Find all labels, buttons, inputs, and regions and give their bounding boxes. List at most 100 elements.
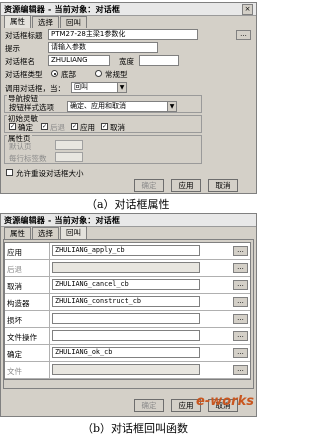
- column-divider: [49, 243, 50, 259]
- type-normal-radio[interactable]: [95, 70, 102, 77]
- callback-name: 后退: [7, 265, 22, 274]
- table-row: 文件操作...: [5, 328, 250, 345]
- tab-callbacks[interactable]: 回叫: [60, 226, 87, 239]
- table-row: 后退...: [5, 260, 250, 277]
- callback-name: 构造器: [7, 299, 30, 308]
- title-bar: 资源编辑器 - 当前对象：对话框 ×: [1, 3, 256, 16]
- table-row: 文件...: [5, 362, 250, 379]
- callback-name: 文件: [7, 367, 22, 376]
- init-apply-checkbox[interactable]: ✓: [71, 123, 78, 130]
- chevron-down-icon[interactable]: ▼: [117, 83, 126, 92]
- type-bottom-radio[interactable]: [51, 70, 58, 77]
- nav-style-label: 按钮样式选项: [9, 103, 54, 112]
- caption-a: （a）对话框属性: [86, 198, 170, 211]
- type-bottom-label: 底部: [61, 70, 76, 79]
- attr-index-label: 默认页: [9, 142, 32, 151]
- nav-style-select[interactable]: 确定、应用和取消 ▼: [67, 101, 177, 112]
- callback-function-input[interactable]: ZHULIANG_cancel_cb: [52, 279, 200, 290]
- type-normal-label: 常规型: [105, 70, 128, 79]
- callback-function-input[interactable]: ZHULIANG_construct_cb: [52, 296, 200, 307]
- init-back-checkbox[interactable]: ✓: [41, 123, 48, 130]
- nav-buttons-group: 导航按钮 按钮样式选项 确定、应用和取消 ▼: [4, 93, 202, 113]
- callback-function-input[interactable]: [52, 262, 200, 273]
- attr-index-spinner[interactable]: [55, 140, 83, 150]
- column-divider: [49, 345, 50, 361]
- callback-function-input[interactable]: [52, 364, 200, 375]
- attribute-page-group: 属性页 默认页 每行标签数: [4, 133, 202, 164]
- width-label: 宽度: [119, 57, 134, 66]
- attr-cols-label: 每行标签数: [9, 154, 47, 163]
- callback-name: 取消: [7, 282, 22, 291]
- tab-properties[interactable]: 属性: [4, 227, 31, 239]
- init-ok-checkbox[interactable]: ✓: [9, 123, 16, 130]
- tab-callbacks[interactable]: 回叫: [60, 16, 87, 28]
- close-icon[interactable]: ×: [242, 4, 253, 15]
- dialog-callbacks-window: 资源编辑器 - 当前对象：对话框 属性 选择 回叫 应用 ZHULIANG_app…: [0, 213, 257, 417]
- callback-browse-button[interactable]: ...: [233, 365, 248, 375]
- init-cancel-label: 取消: [110, 123, 125, 132]
- column-divider: [49, 260, 50, 276]
- callback-name: 文件操作: [7, 333, 37, 342]
- tab-properties[interactable]: 属性: [4, 15, 31, 28]
- callback-table: 应用 ZHULIANG_apply_cb... 后退... 取消 ZHULIANG_ca…: [4, 242, 251, 380]
- callback-browse-button[interactable]: ...: [233, 246, 248, 256]
- window-title: 资源编辑器 - 当前对象：对话框: [4, 216, 121, 225]
- column-divider: [49, 294, 50, 310]
- callback-function-input[interactable]: [52, 313, 200, 324]
- column-divider: [49, 328, 50, 344]
- ok-button[interactable]: 确定: [134, 179, 164, 192]
- chevron-down-icon[interactable]: ▼: [167, 102, 176, 111]
- ok-button[interactable]: 确定: [134, 399, 164, 412]
- callback-name: 损坏: [7, 316, 22, 325]
- dialog-type-label: 对话框类型: [5, 70, 43, 79]
- watermark-logo: e-works: [196, 394, 254, 409]
- apply-button[interactable]: 应用: [171, 179, 201, 192]
- column-divider: [49, 362, 50, 378]
- callback-name: 应用: [7, 248, 22, 257]
- table-row: 取消 ZHULIANG_cancel_cb...: [5, 277, 250, 294]
- callback-function-input[interactable]: [52, 330, 200, 341]
- allow-resize-label: 允许重设对话框大小: [16, 169, 84, 178]
- width-input[interactable]: [139, 55, 179, 66]
- allow-resize-checkbox[interactable]: [6, 169, 13, 176]
- column-divider: [49, 311, 50, 327]
- table-row: 损坏...: [5, 311, 250, 328]
- dialog-title-label: 对话框标题: [5, 31, 43, 40]
- window-title: 资源编辑器 - 当前对象：对话框: [4, 5, 121, 14]
- cancel-button[interactable]: 取消: [208, 179, 238, 192]
- table-row: 确定 ZHULIANG_ok_cb...: [5, 345, 250, 362]
- tab-strip: 属性 选择 回叫: [4, 226, 88, 239]
- dialog-title-browse-button[interactable]: ...: [236, 30, 251, 40]
- table-row: 应用 ZHULIANG_apply_cb...: [5, 243, 250, 260]
- init-apply-label: 应用: [80, 123, 95, 132]
- caption-b: （b）对话框回叫函数: [82, 422, 189, 435]
- title-bar: 资源编辑器 - 当前对象：对话框: [1, 214, 256, 227]
- hint-label: 提示: [5, 44, 20, 53]
- dialog-title-input[interactable]: PTM27-28主梁1参数化: [48, 29, 198, 40]
- dialog-name-label: 对话框名: [5, 57, 35, 66]
- callback-browse-button[interactable]: ...: [233, 314, 248, 324]
- initial-sensitivity-group: 初始灵敏 ✓ 确定 ✓ 后退 ✓ 应用 ✓ 取消: [4, 113, 202, 133]
- tab-strip: 属性 选择 回叫: [4, 15, 88, 28]
- init-back-label: 后退: [50, 123, 65, 132]
- attr-cols-spinner[interactable]: [55, 152, 83, 162]
- callback-browse-button[interactable]: ...: [233, 263, 248, 273]
- callback-browse-button[interactable]: ...: [233, 297, 248, 307]
- callback-when-value: 回叫: [74, 83, 88, 91]
- callback-browse-button[interactable]: ...: [233, 331, 248, 341]
- tab-selection[interactable]: 选择: [32, 16, 59, 28]
- table-row: 构造器 ZHULIANG_construct_cb...: [5, 294, 250, 311]
- callback-function-input[interactable]: ZHULIANG_ok_cb: [52, 347, 200, 358]
- nav-style-value: 确定、应用和取消: [70, 102, 126, 110]
- hint-input[interactable]: 请输入参数: [48, 42, 158, 53]
- callback-name: 确定: [7, 350, 22, 359]
- callback-function-input[interactable]: ZHULIANG_apply_cb: [52, 245, 200, 256]
- init-cancel-checkbox[interactable]: ✓: [101, 123, 108, 130]
- tab-selection[interactable]: 选择: [32, 227, 59, 239]
- callback-browse-button[interactable]: ...: [233, 348, 248, 358]
- init-ok-label: 确定: [18, 123, 33, 132]
- dialog-name-input[interactable]: ZHULIANG: [48, 55, 110, 66]
- callback-browse-button[interactable]: ...: [233, 280, 248, 290]
- column-divider: [49, 277, 50, 293]
- callback-when-select[interactable]: 回叫 ▼: [71, 82, 127, 93]
